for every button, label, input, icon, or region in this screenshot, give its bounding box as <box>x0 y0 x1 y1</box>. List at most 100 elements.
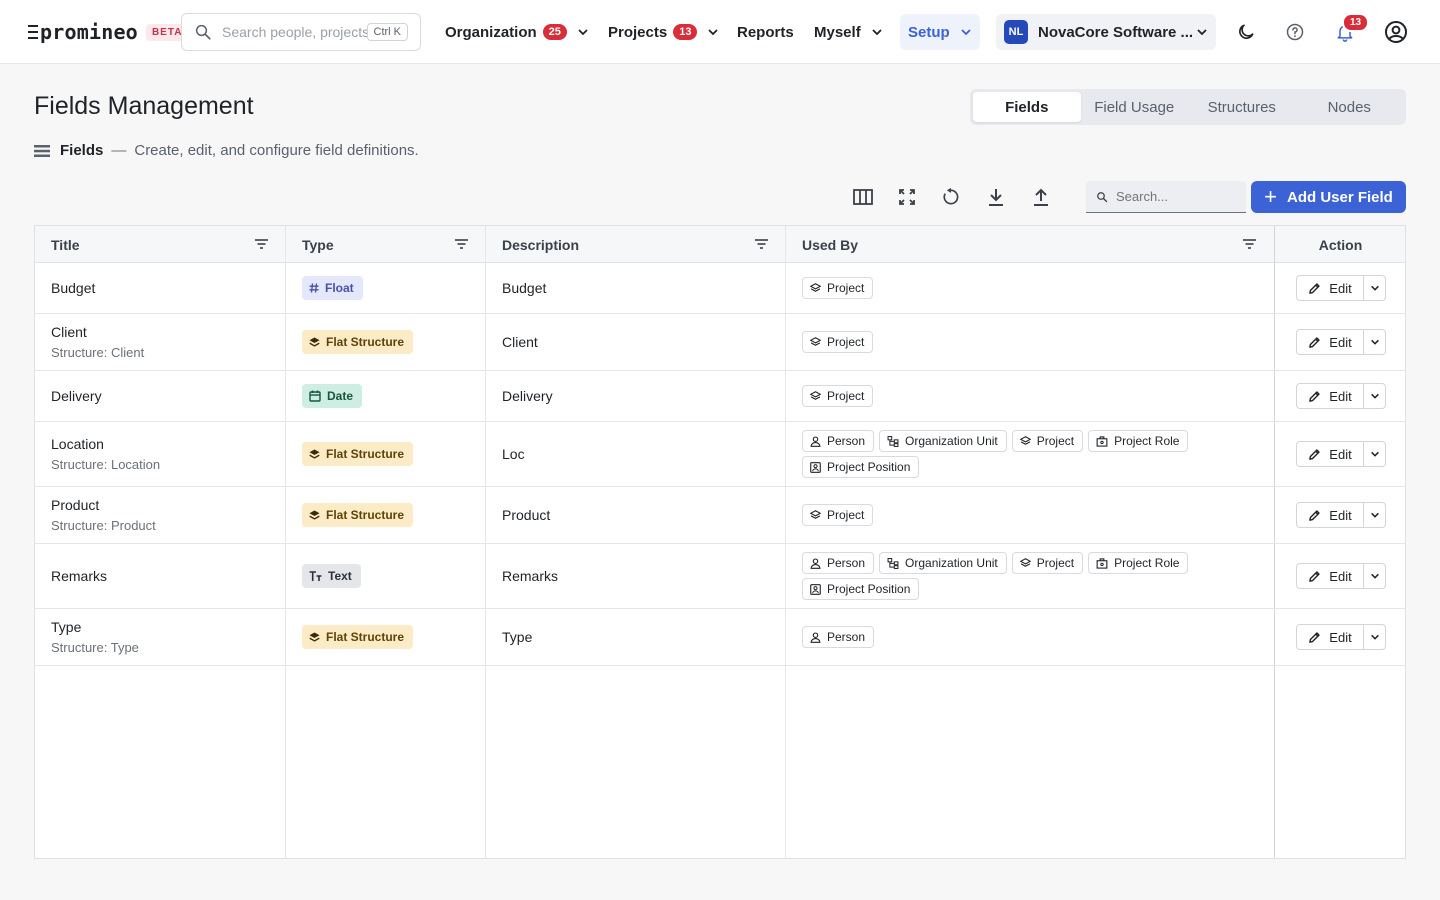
filter-icon[interactable] <box>255 238 268 250</box>
table-search[interactable] <box>1086 181 1246 213</box>
organization-switcher[interactable]: NL NovaCore Software ... <box>996 14 1216 50</box>
used-by-chip-project: Project <box>802 504 874 526</box>
used-by-chip-label: Project <box>1036 434 1075 448</box>
hash-icon <box>309 283 319 293</box>
logo-text: promineo <box>40 20 138 44</box>
calendar-icon <box>309 390 321 402</box>
edit-button-label: Edit <box>1329 568 1352 584</box>
layers-icon <box>309 509 320 520</box>
briefcase-icon <box>1096 557 1108 569</box>
field-title: Remarks <box>51 568 108 584</box>
person-icon <box>810 557 821 569</box>
menu-projects[interactable]: Projects 13 <box>600 14 727 50</box>
columns-button[interactable] <box>850 184 876 210</box>
fullscreen-button[interactable] <box>894 184 920 210</box>
edit-button[interactable]: Edit <box>1296 275 1364 301</box>
menu-reports-label: Reports <box>737 23 794 41</box>
tab-fields[interactable]: Fields <box>973 92 1081 122</box>
used-by-chip-label: Project <box>1036 556 1075 570</box>
used-by-chip-project-position: Project Position <box>802 578 920 600</box>
table-row[interactable]: Remarks Text Remarks Person Organization … <box>35 544 1405 609</box>
edit-button[interactable]: Edit <box>1296 441 1364 467</box>
column-header-type[interactable]: Type <box>302 226 334 263</box>
page-title: Fields Management <box>34 92 254 120</box>
moon-icon <box>1239 24 1254 39</box>
tab-field-usage[interactable]: Field Usage <box>1081 92 1189 122</box>
used-by-list: Person <box>802 626 1262 648</box>
row-actions-dropdown[interactable] <box>1364 441 1386 467</box>
edit-button[interactable]: Edit <box>1296 563 1364 589</box>
edit-button[interactable]: Edit <box>1296 502 1364 528</box>
chevron-down-icon <box>1370 451 1379 457</box>
row-actions-dropdown[interactable] <box>1364 624 1386 650</box>
chevron-down-icon <box>961 29 971 36</box>
dark-mode-toggle[interactable] <box>1234 20 1258 44</box>
table-header: Title Type Description Used By Action <box>35 226 1405 263</box>
type-badge-label: Flat Structure <box>326 447 405 461</box>
row-actions-dropdown[interactable] <box>1364 329 1386 355</box>
row-actions: Edit <box>1296 544 1386 608</box>
used-by-list: Project <box>802 385 1262 407</box>
cell-title: Budget <box>51 263 276 313</box>
upload-button[interactable] <box>1028 184 1054 210</box>
used-by-chip-project: Project <box>802 331 874 353</box>
menu-organization-label: Organization <box>445 23 537 41</box>
column-header-used-by[interactable]: Used By <box>802 226 858 263</box>
column-header-description[interactable]: Description <box>502 226 579 263</box>
filter-icon[interactable] <box>455 238 468 250</box>
column-header-title[interactable]: Title <box>51 226 80 263</box>
help-button[interactable] <box>1283 20 1307 44</box>
used-by-chip-label: Person <box>827 630 866 644</box>
table-row[interactable]: Client Structure: Client Flat Structure … <box>35 314 1405 371</box>
table-row[interactable]: Product Structure: Product Flat Structur… <box>35 487 1405 544</box>
top-navbar: promineo BETA Search people, projects...… <box>0 0 1440 64</box>
cell-title: Product Structure: Product <box>51 487 276 543</box>
refresh-button[interactable] <box>938 184 964 210</box>
field-title: Client <box>51 324 87 340</box>
type-badge: Flat Structure <box>302 442 414 466</box>
edit-button-label: Edit <box>1329 507 1352 523</box>
menu-myself[interactable]: Myself <box>806 14 891 50</box>
cell-description: Budget <box>502 263 772 313</box>
global-search-input[interactable]: Search people, projects... Ctrl K <box>181 13 421 51</box>
table-row[interactable]: Type Structure: Type Flat Structure Type… <box>35 609 1405 666</box>
table-row[interactable]: Location Structure: Location Flat Struct… <box>35 422 1405 487</box>
row-actions-dropdown[interactable] <box>1364 502 1386 528</box>
user-menu-button[interactable] <box>1384 20 1408 44</box>
refresh-icon <box>943 187 959 205</box>
cell-used-by: Project <box>802 263 1262 313</box>
edit-button[interactable]: Edit <box>1296 329 1364 355</box>
used-by-chip-label: Project Position <box>827 582 911 596</box>
download-button[interactable] <box>983 184 1009 210</box>
add-user-field-button[interactable]: + Add User Field <box>1251 181 1406 213</box>
tab-structures[interactable]: Structures <box>1188 92 1296 122</box>
table-row[interactable]: Budget Float Budget Project Edit <box>35 263 1405 314</box>
menu-reports[interactable]: Reports <box>729 14 802 50</box>
filter-icon[interactable] <box>755 238 768 250</box>
filter-icon[interactable] <box>1243 238 1256 250</box>
row-actions-dropdown[interactable] <box>1364 383 1386 409</box>
field-structure: Structure: Type <box>51 640 139 655</box>
type-badge: Text <box>302 564 361 588</box>
app-logo[interactable]: promineo BETA <box>28 20 189 44</box>
field-title: Budget <box>51 280 96 296</box>
edit-button[interactable]: Edit <box>1296 624 1364 650</box>
project-icon <box>1019 435 1031 445</box>
row-actions-dropdown[interactable] <box>1364 563 1386 589</box>
menu-organization[interactable]: Organization 25 <box>437 14 597 50</box>
used-by-list: Person Organization Unit Project Project Ro… <box>802 430 1262 478</box>
used-by-chip-label: Person <box>827 434 866 448</box>
tab-nodes[interactable]: Nodes <box>1296 92 1404 122</box>
edit-button[interactable]: Edit <box>1296 383 1364 409</box>
cell-title: Remarks <box>51 544 276 608</box>
table-row[interactable]: Delivery Date Delivery Project Edit <box>35 371 1405 422</box>
text-format-icon <box>309 570 322 581</box>
plus-icon: + <box>1264 184 1277 209</box>
logo-icon <box>28 25 38 39</box>
layers-icon <box>309 631 320 642</box>
type-badge-label: Flat Structure <box>326 335 405 349</box>
table-search-input[interactable] <box>1116 189 1236 204</box>
row-actions-dropdown[interactable] <box>1364 275 1386 301</box>
used-by-chip-project-role: Project Role <box>1088 552 1189 574</box>
menu-setup[interactable]: Setup <box>900 14 980 50</box>
